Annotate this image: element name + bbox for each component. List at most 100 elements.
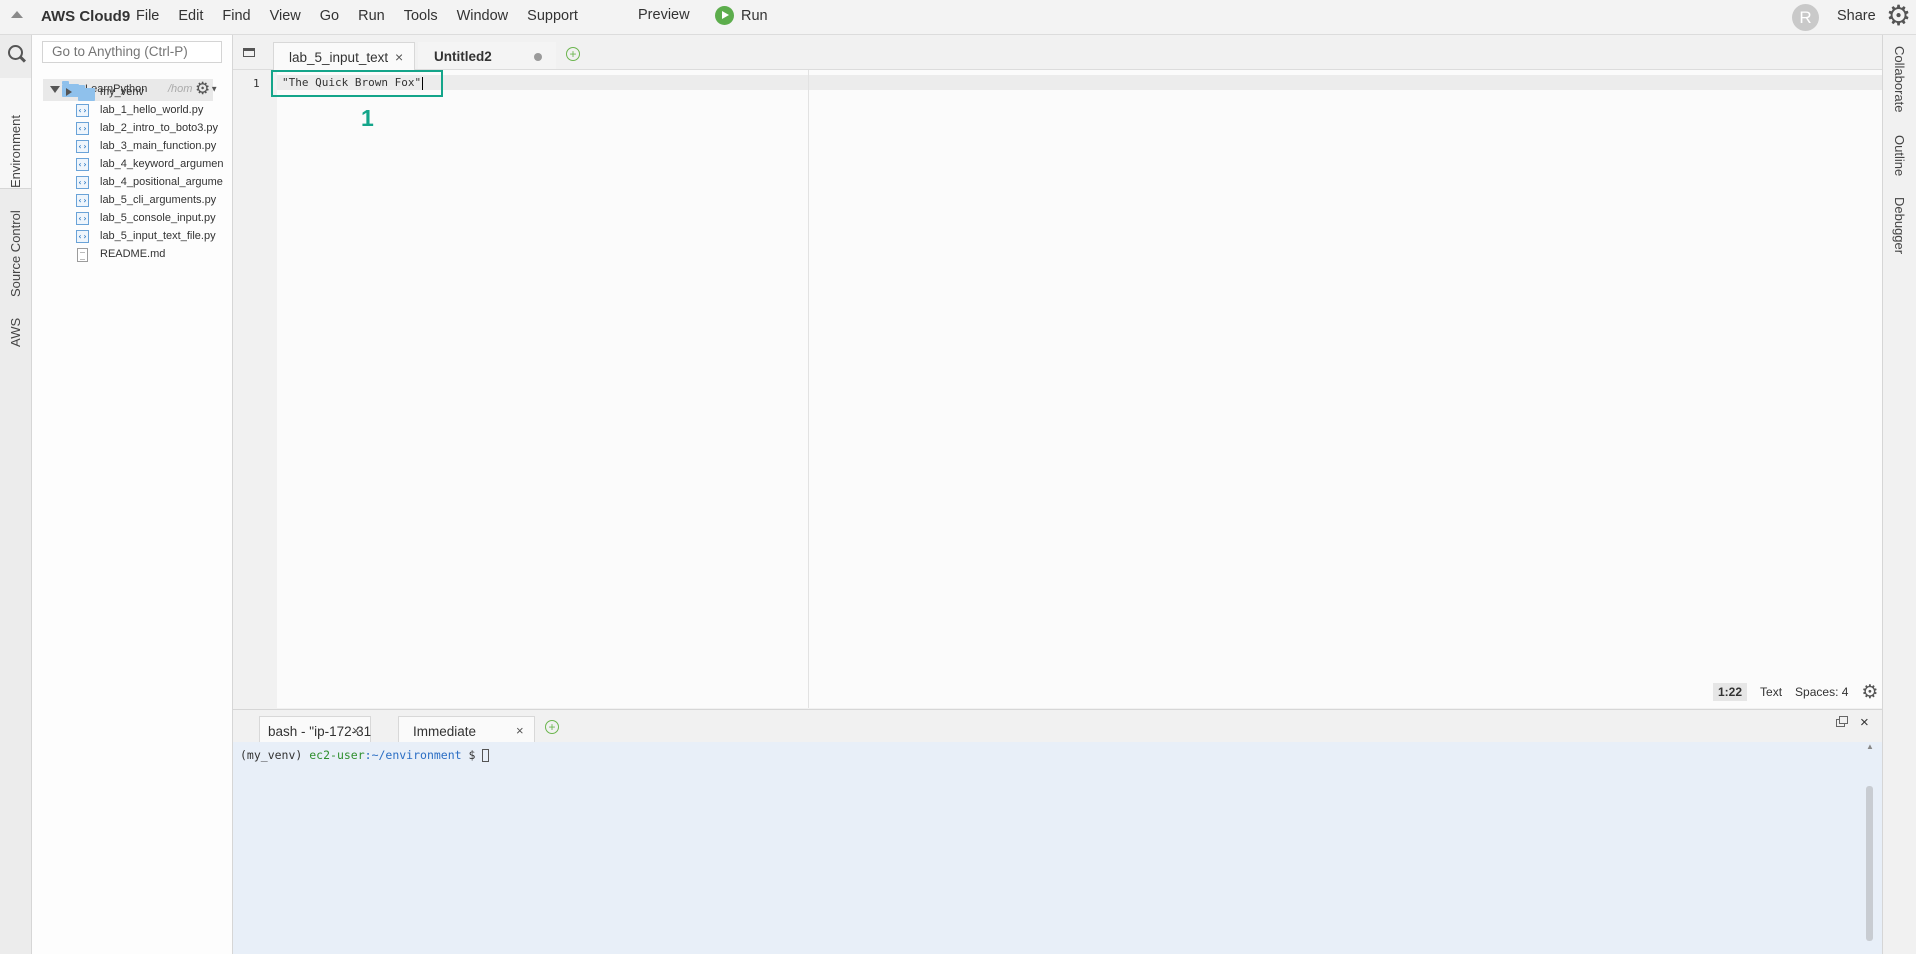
menu-bar: AWS Cloud9 File Edit Find View Go Run To… [0, 0, 1916, 35]
tab-source-control[interactable]: Source Control [0, 195, 31, 300]
python-file-icon: ‹› [76, 176, 89, 189]
menu-go[interactable]: Go [320, 8, 339, 24]
python-file-icon: ‹› [76, 212, 89, 225]
python-file-icon: ‹› [76, 194, 89, 207]
user-avatar[interactable]: R [1792, 4, 1819, 31]
tree-item-label: lab_1_hello_world.py [100, 104, 204, 116]
collapsed-icon[interactable] [66, 88, 72, 96]
scroll-up-icon[interactable]: ▲ [1866, 742, 1874, 751]
python-file-icon: ‹› [76, 122, 89, 135]
terminal-cursor [482, 749, 490, 762]
menu-tools[interactable]: Tools [404, 8, 438, 24]
terminal-scrollbar[interactable] [1866, 786, 1873, 941]
tree-item-label: lab_5_console_input.py [100, 212, 216, 224]
line-gutter: 1 [233, 70, 277, 708]
right-sidebar: Collaborate Outline Debugger [1882, 35, 1916, 954]
tab-debugger-label: Debugger [1892, 197, 1907, 255]
python-file-icon: ‹› [76, 140, 89, 153]
tree-item-label: lab_4_positional_argume [100, 176, 223, 188]
editor-settings-gear-icon[interactable]: ⚙ [1861, 681, 1878, 704]
text-file-icon [77, 248, 88, 262]
prompt-symbol: $ [461, 748, 483, 762]
prompt-path: :~/environment [364, 748, 462, 762]
preview-button[interactable]: Preview [638, 7, 690, 23]
tree-item-label: lab_5_input_text_file.py [100, 230, 216, 242]
main-menu: File Edit Find View Go Run Tools Window … [136, 8, 597, 24]
menu-support[interactable]: Support [527, 8, 578, 24]
terminal-console[interactable]: (my_venv) ec2-user:~/environment $ ▲ [233, 742, 1882, 954]
menu-view[interactable]: View [270, 8, 301, 24]
syntax-mode[interactable]: Text [1760, 685, 1782, 699]
tree-item-file[interactable]: ‹› lab_3_main_function.py [32, 136, 231, 156]
tree-item-file[interactable]: ‹› lab_1_hello_world.py [32, 100, 231, 120]
tab-environment[interactable]: Environment [0, 78, 31, 189]
goto-anything-input[interactable] [42, 41, 222, 63]
tab-debugger[interactable]: Debugger [1883, 197, 1916, 277]
line-number: 1 [253, 77, 260, 90]
tree-item-file[interactable]: ‹› lab_4_keyword_argumen [32, 154, 231, 174]
tree-item-file[interactable]: ‹› lab_5_console_input.py [32, 208, 231, 228]
share-button[interactable]: Share [1837, 8, 1876, 24]
tab-untitled2[interactable]: Untitled2 [418, 42, 556, 69]
file-tree-panel: LearnPython /hom ⚙▼ my_venv ‹› lab_1_hel… [32, 35, 233, 954]
close-panel-icon[interactable]: × [1860, 714, 1869, 731]
python-file-icon: ‹› [76, 230, 89, 243]
new-tab-plus-icon[interactable]: + [566, 47, 580, 61]
close-icon[interactable]: × [516, 723, 524, 738]
editor-tab-bar: lab_5_input_text × Untitled2 + [233, 35, 1882, 70]
tab-outline-label: Outline [1892, 135, 1907, 177]
annotation-highlight-box [271, 70, 443, 97]
tree-item-file[interactable]: ‹› lab_2_intro_to_boto3.py [32, 118, 231, 138]
tab-collaborate[interactable]: Collaborate [1883, 46, 1916, 126]
tree-item-file[interactable]: README.md [32, 244, 231, 264]
tab-lab-5-input-text[interactable]: lab_5_input_text × [273, 42, 415, 70]
unsaved-dot-icon[interactable] [534, 53, 542, 61]
close-icon[interactable]: × [352, 723, 360, 738]
terminal-tab-bar: bash - "ip-172-31 × Immediate × + × [233, 709, 1882, 743]
menu-edit[interactable]: Edit [178, 8, 203, 24]
play-icon [715, 6, 734, 25]
app-brand[interactable]: AWS Cloud9 [41, 8, 130, 25]
tab-aws[interactable]: AWS [0, 305, 31, 350]
tree-item-file[interactable]: ‹› lab_5_cli_arguments.py [32, 190, 231, 210]
active-line-highlight [277, 75, 1882, 90]
tree-item-label: lab_5_cli_arguments.py [100, 194, 217, 206]
tab-immediate[interactable]: Immediate × [398, 716, 535, 743]
cursor-position[interactable]: 1:22 [1713, 683, 1748, 701]
close-icon[interactable]: × [395, 49, 403, 65]
tab-bash[interactable]: bash - "ip-172-31 × [259, 716, 371, 743]
tab-collaborate-label: Collaborate [1892, 46, 1907, 113]
tab-label: lab_5_input_text [289, 50, 389, 65]
run-button[interactable]: Run [715, 6, 768, 25]
tab-label: Untitled2 [434, 49, 492, 64]
tab-environment-label: Environment [8, 115, 23, 188]
tree-item-file[interactable]: ‹› lab_5_input_text_file.py [32, 226, 231, 246]
print-margin [808, 70, 809, 708]
tree-item-label: my_venv [100, 86, 145, 98]
tab-outline[interactable]: Outline [1883, 135, 1916, 195]
tree-item-label: lab_2_intro_to_boto3.py [100, 122, 219, 134]
annotation-number: 1 [361, 105, 374, 131]
tree-item-file[interactable]: ‹› lab_4_positional_argume [32, 172, 231, 192]
tab-list-icon[interactable] [243, 48, 255, 57]
tab-label: Immediate [413, 724, 477, 739]
editor-status-bar: 1:22 Text Spaces: 4 ⚙ [1713, 681, 1878, 703]
python-file-icon: ‹› [76, 104, 89, 117]
tab-source-control-label: Source Control [8, 210, 23, 297]
menu-run[interactable]: Run [358, 8, 385, 24]
tab-aws-label: AWS [8, 317, 23, 347]
restore-panel-icon[interactable] [1836, 716, 1848, 727]
indent-setting[interactable]: Spaces: 4 [1795, 685, 1848, 699]
collapse-menu-icon[interactable] [11, 11, 23, 18]
python-file-icon: ‹› [76, 158, 89, 171]
menu-find[interactable]: Find [222, 8, 250, 24]
tree-item-folder[interactable]: my_venv [32, 82, 231, 102]
menu-file[interactable]: File [136, 8, 159, 24]
menu-window[interactable]: Window [457, 8, 509, 24]
new-terminal-plus-icon[interactable]: + [545, 720, 559, 734]
tree-item-label: lab_4_keyword_argumen [100, 158, 224, 170]
preferences-gear-icon[interactable]: ⚙ [1886, 2, 1911, 30]
search-icon[interactable] [8, 45, 23, 60]
code-editor[interactable]: 1 "The Quick Brown Fox" 1 1:22 Text Spac… [233, 70, 1882, 708]
tree-item-label: README.md [100, 248, 166, 260]
